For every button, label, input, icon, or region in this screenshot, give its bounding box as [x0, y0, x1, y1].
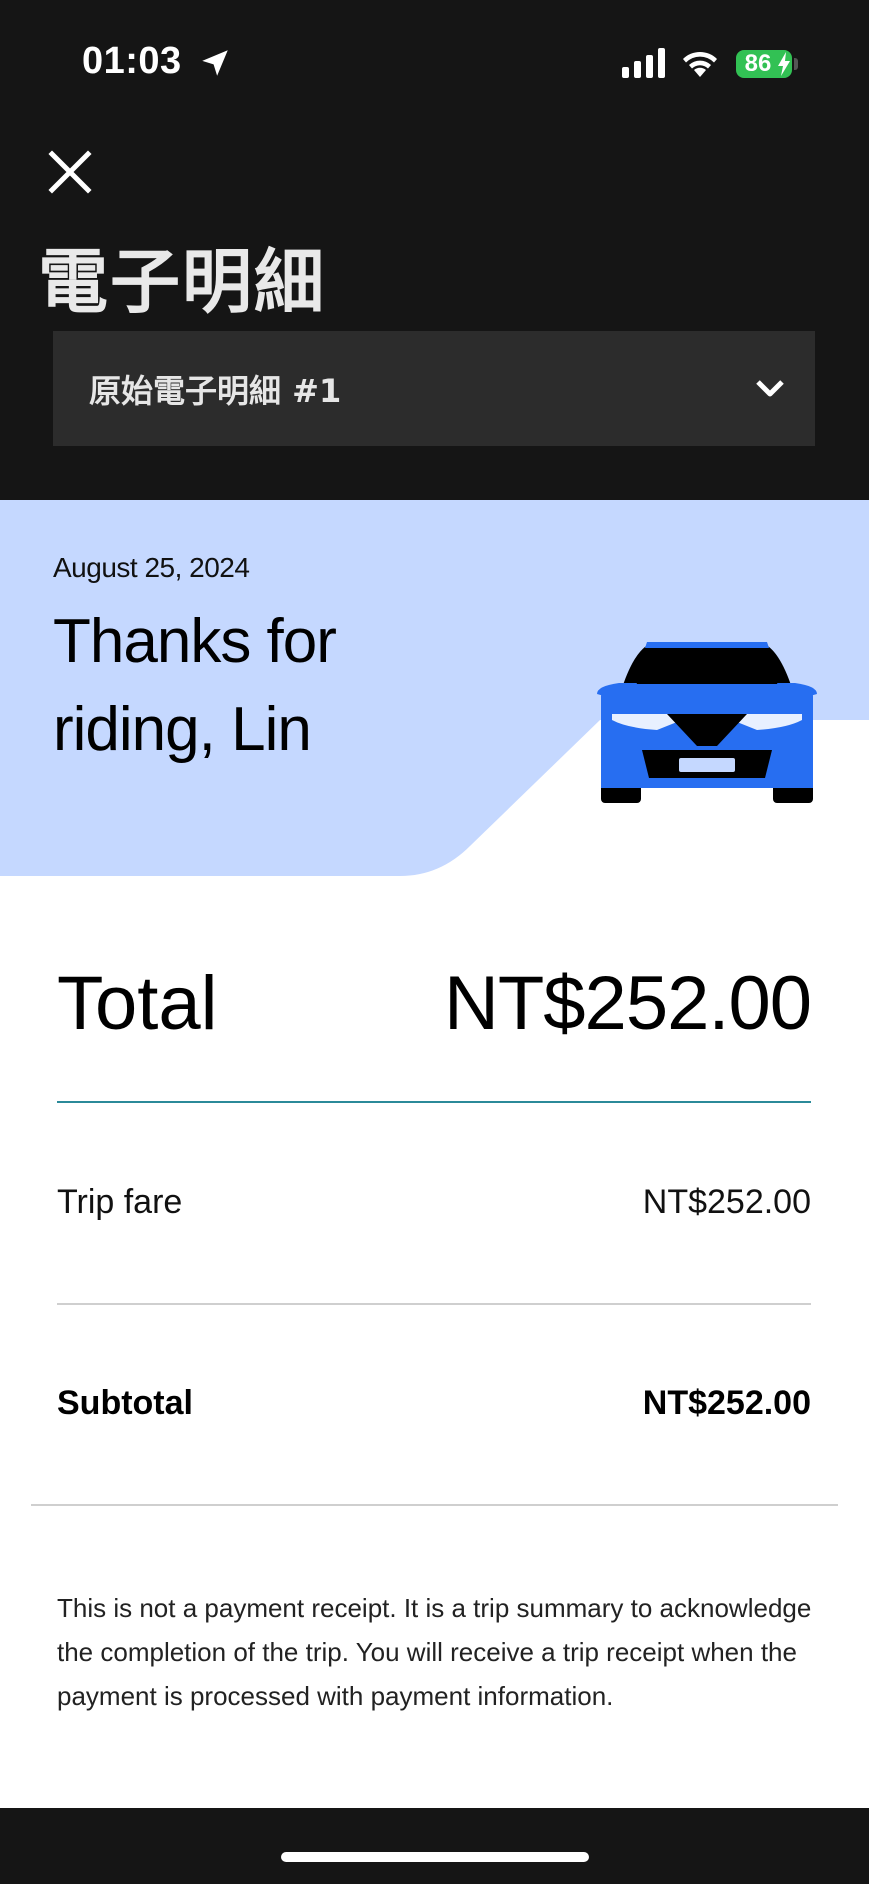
subtotal-row: Subtotal NT$252.00 [57, 1384, 811, 1434]
dropdown-selected-value: 原始電子明細 #1 [89, 371, 342, 410]
subtotal-divider [31, 1504, 838, 1506]
battery-level: 86 [744, 50, 772, 77]
total-value: NT$252.00 [443, 961, 812, 1046]
battery-cap [794, 58, 798, 70]
total-row: Total NT$252.00 [57, 960, 812, 1070]
trip-date: August 25, 2024 [53, 552, 250, 583]
thanks-message: Thanks for riding, Lin [53, 607, 337, 764]
fare-divider [57, 1303, 811, 1305]
car-icon [597, 642, 817, 803]
status-bar: 01:03 86 [0, 0, 869, 130]
signal-icon [622, 48, 665, 78]
wifi-icon [683, 51, 717, 77]
total-divider [57, 1101, 811, 1103]
receipt-card: August 25, 2024 Thanks for riding, Lin T… [0, 500, 869, 1808]
fare-value: NT$252.00 [642, 1183, 811, 1221]
close-icon[interactable] [46, 148, 94, 196]
subtotal-label: Subtotal [57, 1384, 193, 1422]
home-bar-area [0, 1808, 869, 1884]
subtotal-value: NT$252.00 [642, 1384, 811, 1422]
receipt-version-dropdown[interactable]: 原始電子明細 #1 [53, 331, 815, 446]
fare-row: Trip fare NT$252.00 [57, 1183, 811, 1233]
chevron-down-icon [756, 380, 784, 397]
page-title: 電子明細 [38, 241, 326, 323]
battery-charging-icon [778, 52, 790, 76]
status-time: 01:03 [82, 40, 182, 82]
fare-label: Trip fare [57, 1183, 183, 1221]
disclaimer-text: This is not a payment receipt. It is a t… [57, 1593, 812, 1711]
location-arrow-icon [202, 50, 228, 76]
total-label: Total [57, 961, 218, 1046]
home-indicator[interactable] [281, 1852, 589, 1862]
